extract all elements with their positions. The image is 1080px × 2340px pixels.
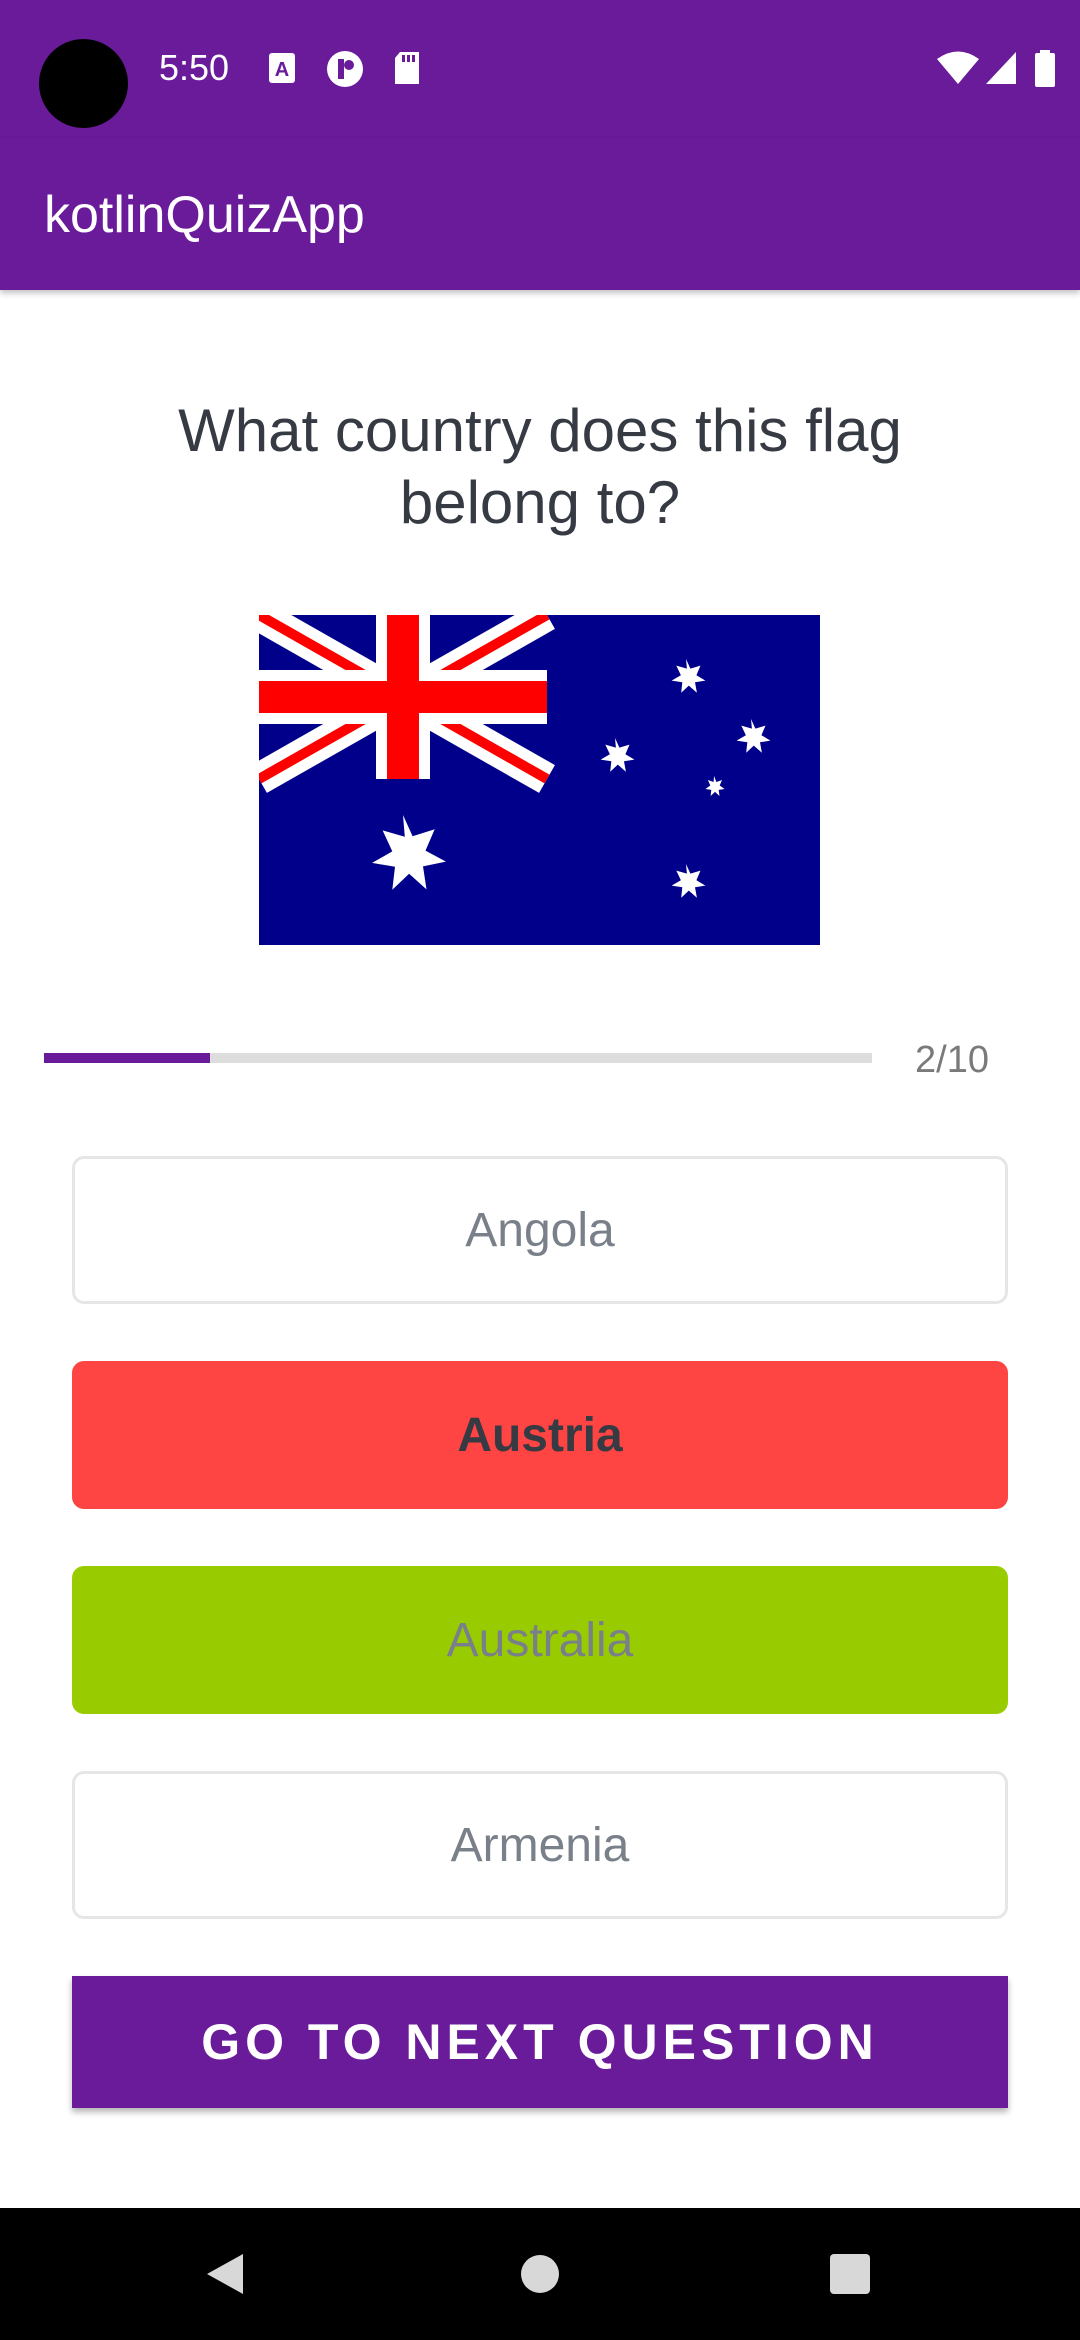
progress-bar (44, 1053, 872, 1063)
back-icon (207, 2254, 243, 2294)
back-button[interactable] (180, 2208, 270, 2340)
sd-card-icon (395, 52, 419, 84)
app-title: kotlinQuizApp (44, 186, 365, 244)
option-button-austria[interactable]: Austria (72, 1361, 1008, 1509)
union-jack (259, 615, 555, 793)
camera-cutout (39, 39, 128, 128)
app-bar: kotlinQuizApp (0, 138, 1080, 290)
recents-icon (830, 2254, 870, 2294)
battery-icon (1035, 50, 1055, 87)
home-icon (521, 2255, 559, 2293)
a-notification-icon: A (269, 53, 295, 83)
recents-button[interactable] (805, 2208, 895, 2340)
question-text: What country does this flag belong to? (178, 397, 902, 536)
status-bar: 5:50 A (0, 0, 1080, 138)
wifi-icon (937, 51, 979, 84)
option-button-australia[interactable]: Australia (72, 1566, 1008, 1714)
notification-icon (327, 51, 363, 87)
home-button[interactable] (495, 2208, 585, 2340)
signal-icon (986, 52, 1016, 84)
progress-fill (44, 1053, 210, 1063)
option-button-angola[interactable]: Angola (72, 1156, 1008, 1304)
next-question-button[interactable]: GO TO NEXT QUESTION (72, 1976, 1008, 2108)
navigation-bar (0, 2208, 1080, 2340)
status-time: 5:50 (159, 47, 230, 88)
progress-text: 2/10 (915, 1039, 989, 1081)
australia-flag-image (259, 615, 820, 945)
svg-text:A: A (275, 59, 289, 81)
option-button-armenia[interactable]: Armenia (72, 1771, 1008, 1919)
